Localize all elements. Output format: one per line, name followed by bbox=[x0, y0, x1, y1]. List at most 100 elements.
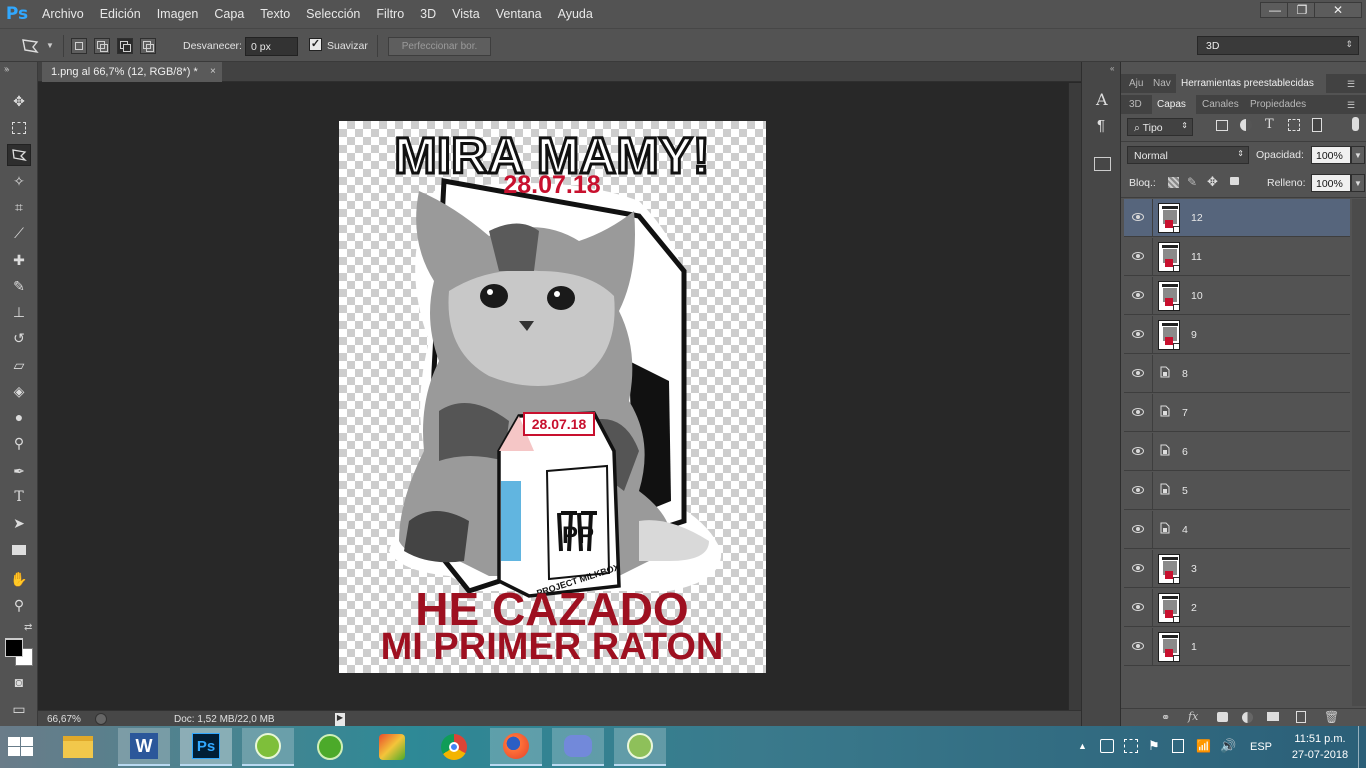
opacity-chevron-icon[interactable]: ▼ bbox=[1351, 146, 1365, 164]
menu-vista[interactable]: Vista bbox=[444, 0, 488, 28]
clone-stamp-icon[interactable]: ⊥ bbox=[7, 301, 31, 323]
blur-tool-icon[interactable]: ● bbox=[7, 406, 31, 428]
tab-propiedades[interactable]: Propiedades bbox=[1245, 95, 1311, 114]
new-selection-button[interactable] bbox=[71, 38, 87, 54]
path-selection-icon[interactable]: ➤ bbox=[7, 512, 31, 534]
screen-mode-icon[interactable]: ▭ bbox=[7, 698, 31, 720]
corel-app-2-icon[interactable] bbox=[304, 728, 356, 766]
layer-row[interactable]: 4 bbox=[1124, 511, 1350, 549]
tab-capas[interactable]: Capas bbox=[1152, 95, 1196, 114]
menu-edicion[interactable]: Edición bbox=[92, 0, 149, 28]
lock-transparency-icon[interactable] bbox=[1168, 177, 1179, 188]
workspace-select[interactable]: 3D ⇕ bbox=[1197, 36, 1359, 55]
tray-expand-icon[interactable]: ▲ bbox=[1078, 741, 1087, 751]
layer-style-icon[interactable]: fx bbox=[1188, 710, 1198, 723]
tab-navegador[interactable]: Nav bbox=[1148, 74, 1176, 93]
menu-ventana[interactable]: Ventana bbox=[488, 0, 550, 28]
tab-herramientas-preestablecidas[interactable]: Herramientas preestablecidas bbox=[1176, 74, 1326, 93]
menu-seleccion[interactable]: Selección bbox=[298, 0, 368, 28]
opacity-input[interactable]: 100% bbox=[1311, 146, 1351, 164]
hand-tool-icon[interactable]: ✋ bbox=[7, 568, 31, 590]
menu-archivo[interactable]: Archivo bbox=[34, 0, 92, 28]
add-mask-icon[interactable] bbox=[1217, 712, 1228, 722]
layer-thumbnail[interactable] bbox=[1158, 593, 1180, 623]
crop-tool-icon[interactable]: ⌗ bbox=[7, 196, 31, 218]
menu-ayuda[interactable]: Ayuda bbox=[550, 0, 601, 28]
layer-row[interactable]: 3 bbox=[1124, 550, 1350, 588]
visibility-eye-icon[interactable] bbox=[1132, 291, 1144, 299]
brush-tool-icon[interactable]: ✎ bbox=[7, 275, 31, 297]
timeline-panel-icon[interactable] bbox=[1094, 157, 1111, 171]
lock-all-icon[interactable] bbox=[1230, 177, 1239, 185]
tray-date[interactable]: 27-07-2018 bbox=[1290, 749, 1350, 761]
tray-flag-icon[interactable]: ⚑ bbox=[1148, 738, 1160, 754]
canvas-area[interactable]: MIRA MAMY! 28.07.18 28.07.18 PP PROJECT … bbox=[38, 83, 1068, 710]
layer-thumbnail[interactable] bbox=[1158, 203, 1180, 233]
layer-row[interactable]: 10 bbox=[1124, 277, 1350, 315]
vertical-scrollbar[interactable] bbox=[1068, 83, 1081, 710]
layer-thumbnail[interactable] bbox=[1158, 632, 1180, 662]
layer-row[interactable]: 12 bbox=[1124, 199, 1350, 237]
lock-pixels-icon[interactable]: ✎ bbox=[1187, 175, 1197, 189]
layer-row[interactable]: 7 bbox=[1124, 394, 1350, 432]
minimize-button[interactable]: — bbox=[1260, 2, 1290, 18]
layer-row[interactable]: 11 bbox=[1124, 238, 1350, 276]
layer-filter-select[interactable]: ⌕ Tipo ⇕ bbox=[1127, 118, 1193, 136]
photoshop-taskbar-icon[interactable]: Ps bbox=[180, 728, 232, 766]
paint-bucket-icon[interactable]: ◈ bbox=[7, 380, 31, 402]
blend-mode-select[interactable]: Normal ⇕ bbox=[1127, 146, 1249, 164]
visibility-eye-icon[interactable] bbox=[1132, 642, 1144, 650]
refine-edge-button[interactable]: Perfeccionar bor. bbox=[388, 37, 491, 56]
layer-smart-object-icon[interactable] bbox=[1160, 366, 1170, 378]
show-desktop-button[interactable] bbox=[1358, 726, 1366, 768]
layer-row[interactable]: 2 bbox=[1124, 589, 1350, 627]
panel-menu-icon[interactable]: ☰ bbox=[1347, 79, 1355, 90]
intersect-selection-button[interactable] bbox=[140, 38, 156, 54]
tray-app-icon-2[interactable] bbox=[1124, 739, 1138, 753]
tab-canales[interactable]: Canales bbox=[1197, 95, 1244, 114]
visibility-eye-icon[interactable] bbox=[1132, 525, 1144, 533]
filter-shape-icon[interactable] bbox=[1288, 119, 1300, 131]
magic-wand-icon[interactable]: ✧ bbox=[7, 170, 31, 192]
tray-volume-icon[interactable]: 🔊 bbox=[1220, 738, 1236, 754]
filter-adjustment-icon[interactable] bbox=[1240, 119, 1252, 131]
image-app-icon[interactable] bbox=[366, 728, 418, 766]
layer-smart-object-icon[interactable] bbox=[1160, 405, 1170, 417]
layer-thumbnail[interactable] bbox=[1158, 320, 1180, 350]
marquee-tool-icon[interactable] bbox=[7, 117, 31, 139]
layer-thumbnail[interactable] bbox=[1158, 281, 1180, 311]
discord-icon[interactable] bbox=[552, 728, 604, 766]
type-tool-icon[interactable]: T bbox=[7, 486, 31, 508]
windows-start-icon[interactable] bbox=[8, 737, 34, 757]
filter-toggle[interactable] bbox=[1352, 117, 1359, 131]
menu-texto[interactable]: Texto bbox=[252, 0, 298, 28]
tray-language[interactable]: ESP bbox=[1250, 741, 1272, 753]
visibility-eye-icon[interactable] bbox=[1132, 486, 1144, 494]
add-selection-button[interactable] bbox=[94, 38, 110, 54]
fill-input[interactable]: 100% bbox=[1311, 174, 1351, 192]
panel-menu-icon[interactable]: ☰ bbox=[1347, 100, 1355, 111]
lasso-tool-icon[interactable] bbox=[7, 144, 31, 166]
visibility-eye-icon[interactable] bbox=[1132, 213, 1144, 221]
document-tab[interactable]: 1.png al 66,7% (12, RGB/8*) * × bbox=[42, 62, 222, 82]
menu-filtro[interactable]: Filtro bbox=[368, 0, 412, 28]
document-canvas[interactable]: MIRA MAMY! 28.07.18 28.07.18 PP PROJECT … bbox=[339, 121, 766, 673]
swap-colors-icon[interactable]: ⇄ bbox=[24, 622, 32, 633]
feather-input[interactable]: 0 px bbox=[245, 37, 298, 56]
adjustment-layer-icon[interactable] bbox=[1242, 712, 1253, 723]
layer-row[interactable]: 8 bbox=[1124, 355, 1350, 393]
rectangle-tool-icon[interactable] bbox=[7, 539, 31, 561]
firefox-icon[interactable] bbox=[490, 728, 542, 766]
visibility-eye-icon[interactable] bbox=[1132, 564, 1144, 572]
zoom-tool-icon[interactable]: ⚲ bbox=[7, 594, 31, 616]
link-layers-icon[interactable]: ⚭ bbox=[1161, 711, 1170, 724]
layer-row[interactable]: 5 bbox=[1124, 472, 1350, 510]
lock-position-icon[interactable]: ✥ bbox=[1207, 174, 1218, 190]
visibility-eye-icon[interactable] bbox=[1132, 330, 1144, 338]
layer-row[interactable]: 1 bbox=[1124, 628, 1350, 666]
character-panel-icon[interactable]: A bbox=[1096, 90, 1108, 109]
new-layer-icon[interactable] bbox=[1296, 711, 1306, 723]
dodge-tool-icon[interactable]: ⚲ bbox=[7, 432, 31, 454]
layers-scrollbar[interactable] bbox=[1352, 199, 1366, 706]
layer-smart-object-icon[interactable] bbox=[1160, 522, 1170, 534]
